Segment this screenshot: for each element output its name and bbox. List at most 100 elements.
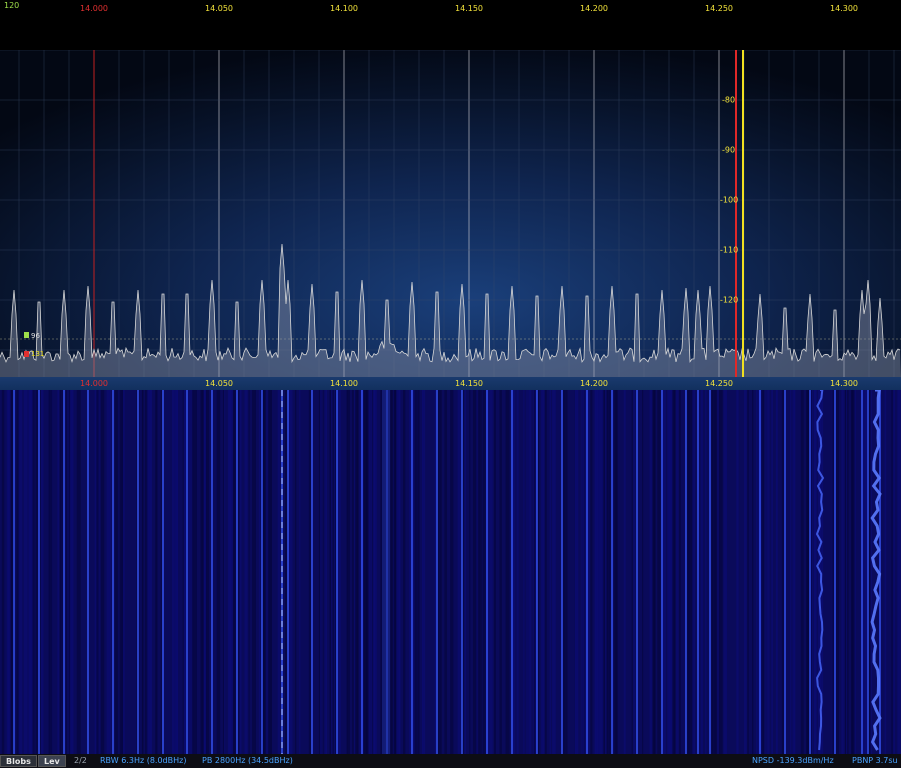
bottom-freq-tick-14050: 14.050 <box>205 379 233 388</box>
waterfall-noise-band <box>792 390 795 754</box>
waterfall-noise-band <box>479 390 483 754</box>
waterfall-noise-band <box>499 390 502 754</box>
waterfall-noise-band <box>854 390 856 754</box>
npsd-readout: NPSD -139.3dBm/Hz <box>752 756 834 765</box>
waterfall-noise-band <box>450 390 454 754</box>
waterfall-carrier-line <box>287 390 289 754</box>
waterfall-noise-band <box>767 390 770 754</box>
waterfall-display[interactable] <box>0 390 901 754</box>
bottom-freq-tick-14250: 14.250 <box>705 379 733 388</box>
waterfall-carrier-line <box>112 390 114 754</box>
waterfall-noise-band <box>28 390 32 754</box>
waterfall-noise-band <box>700 390 703 754</box>
waterfall-noise-band <box>396 390 399 754</box>
level-tick-90: -90 <box>722 145 736 155</box>
waterfall-carrier-line <box>685 390 687 754</box>
bottom-frequency-axis[interactable]: 14.000 14.050 14.100 14.150 14.200 14.25… <box>0 377 901 390</box>
waterfall-noise-band <box>216 390 221 754</box>
waterfall-noise-band <box>76 390 81 754</box>
waterfall-noise-band <box>100 390 105 754</box>
waterfall-noise-band <box>841 390 845 754</box>
waterfall-noise-band <box>676 390 678 754</box>
waterfall-noise-band <box>657 390 661 754</box>
freq-tick-14200: 14.200 <box>580 4 608 13</box>
waterfall-noise-band <box>398 390 401 754</box>
waterfall-noise-band <box>160 390 163 754</box>
waterfall-plot[interactable] <box>0 390 901 754</box>
waterfall-noise-band <box>421 390 424 754</box>
waterfall-noise-band <box>417 390 420 754</box>
waterfall-noise-band <box>711 390 713 754</box>
waterfall-noise-band <box>337 390 341 754</box>
waterfall-noise-band <box>10 390 13 754</box>
upper-marker-label: 96 <box>31 332 40 340</box>
spectrum-display[interactable]: -80 -90 -100 -110 -120 96 131 <box>0 50 901 377</box>
waterfall-carrier-line <box>636 390 638 754</box>
waterfall-noise-band <box>747 390 749 754</box>
waterfall-carrier-line <box>186 390 188 754</box>
lev-button[interactable]: Lev <box>38 755 66 767</box>
waterfall-carrier-line <box>586 390 588 754</box>
waterfall-noise-band <box>494 390 496 754</box>
waterfall-carrier-line <box>661 390 663 754</box>
waterfall-noise-band <box>206 390 210 754</box>
upper-marker-square[interactable] <box>24 332 29 338</box>
waterfall-carrier-line <box>561 390 563 754</box>
waterfall-noise-band <box>835 390 840 754</box>
waterfall-noise-band <box>832 390 835 754</box>
waterfall-noise-band <box>552 390 556 754</box>
waterfall-noise-band <box>544 390 547 754</box>
waterfall-carrier-line <box>511 390 513 754</box>
lower-marker-square[interactable] <box>24 351 29 357</box>
waterfall-noise-band <box>526 390 530 754</box>
waterfall-noise-band <box>35 390 39 754</box>
waterfall-noise-band <box>18 390 23 754</box>
waterfall-noise-band <box>69 390 74 754</box>
waterfall-noise-band <box>642 390 644 754</box>
waterfall-noise-band <box>649 390 653 754</box>
waterfall-noise-band <box>594 390 597 754</box>
waterfall-noise-band <box>324 390 327 754</box>
waterfall-noise-band <box>171 390 175 754</box>
waterfall-noise-band <box>268 390 272 754</box>
level-tick-110: -110 <box>720 245 739 255</box>
waterfall-noise-band <box>6 390 10 754</box>
spectrum-plot[interactable] <box>0 50 901 377</box>
waterfall-carrier-line <box>436 390 438 754</box>
waterfall-noise-band <box>884 390 887 754</box>
waterfall-noise-band <box>244 390 249 754</box>
waterfall-noise-band <box>723 390 727 754</box>
top-frequency-axis[interactable]: 120 14.000 14.050 14.100 14.150 14.200 1… <box>0 0 901 50</box>
waterfall-noise-band <box>505 390 510 754</box>
waterfall-noise-band <box>563 390 568 754</box>
waterfall-noise-band <box>65 390 67 754</box>
waterfall-ssb-signal <box>382 390 390 754</box>
waterfall-noise-band <box>602 390 604 754</box>
blobs-button[interactable]: Blobs <box>0 755 37 767</box>
waterfall-noise-band <box>201 390 204 754</box>
waterfall-carrier-line <box>861 390 863 754</box>
bottom-freq-tick-14100: 14.100 <box>330 379 358 388</box>
rbw-readout: RBW 6.3Hz (8.0dBHz) <box>100 756 187 765</box>
waterfall-carrier-line <box>63 390 65 754</box>
freq-tick-14150: 14.150 <box>455 4 483 13</box>
level-tick-120: -120 <box>720 295 739 305</box>
waterfall-noise-band <box>57 390 60 754</box>
waterfall-noise-band <box>533 390 536 754</box>
waterfall-noise-band <box>477 390 480 754</box>
passband-readout: PB 2800Hz (34.5dBHz) <box>202 756 293 765</box>
waterfall-noise-band <box>252 390 256 754</box>
waterfall-noise-band <box>771 390 774 754</box>
bottom-freq-tick-14000: 14.000 <box>80 379 108 388</box>
waterfall-noise-band <box>288 390 293 754</box>
waterfall-noise-band <box>204 390 206 754</box>
waterfall-noise-band <box>347 390 350 754</box>
waterfall-noise-band <box>109 390 112 754</box>
waterfall-noise-band <box>48 390 52 754</box>
waterfall-carrier-line <box>311 390 313 754</box>
freq-tick-14100: 14.100 <box>330 4 358 13</box>
waterfall-noise-band <box>800 390 804 754</box>
waterfall-noise-band <box>363 390 367 754</box>
waterfall-noise-band <box>761 390 764 754</box>
waterfall-noise-band <box>121 390 124 754</box>
